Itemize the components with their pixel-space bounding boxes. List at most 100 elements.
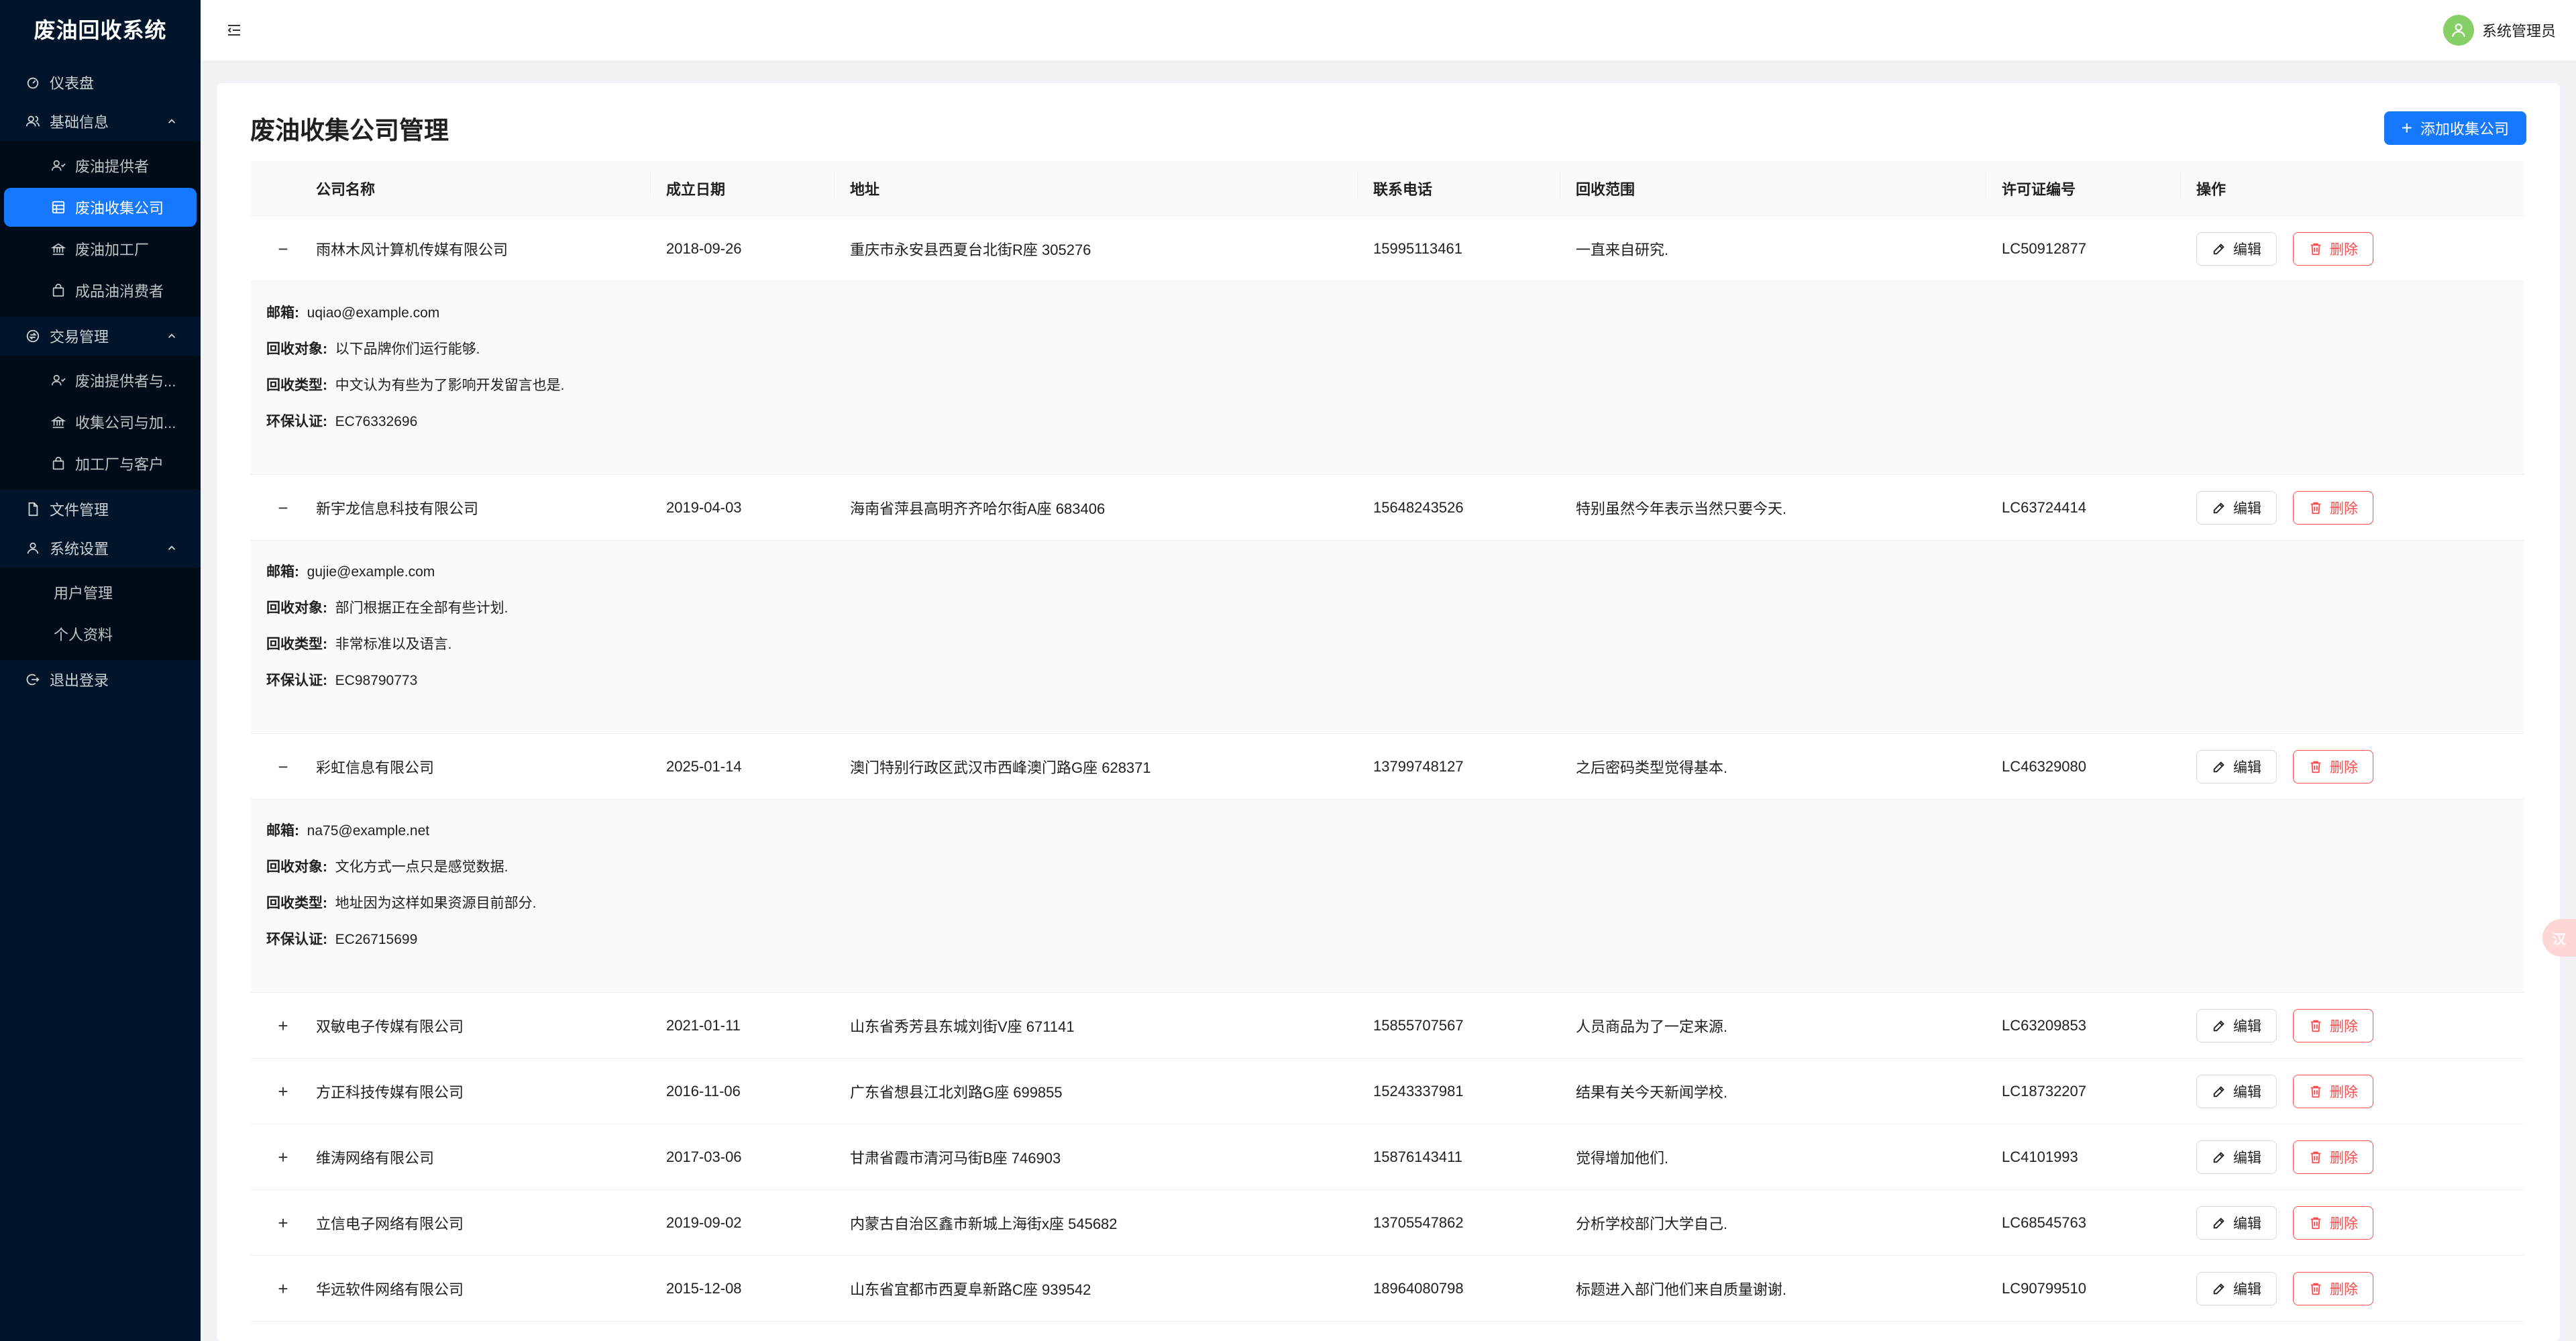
delete-button[interactable]: 删除: [2293, 749, 2373, 784]
delete-button[interactable]: 删除: [2293, 1271, 2373, 1305]
cell-phone: 18964080798: [1373, 1279, 1464, 1297]
cell-company-name: 雨林木风计算机传媒有限公司: [316, 241, 508, 258]
sidebar-item-label: 仪表盘: [50, 75, 95, 92]
cell-address: 海南省萍县高明齐齐哈尔街A座 683406: [850, 500, 1106, 517]
cell-actions: 编辑 删除: [2196, 1008, 2524, 1042]
delete-button[interactable]: 删除: [2293, 1074, 2373, 1108]
sidebar-item-label: 废油收集公司: [75, 200, 164, 217]
detail-colon: :: [323, 896, 327, 911]
add-collector-button[interactable]: + 添加收集公司: [2383, 111, 2526, 145]
cell-address: 广东省想县江北刘路G座 699855: [850, 1083, 1063, 1101]
delete-button[interactable]: 删除: [2293, 231, 2373, 266]
users-icon: [25, 114, 40, 129]
column-header-address: 地址: [834, 170, 1373, 199]
cell-company-name: 双敏电子传媒有限公司: [316, 1018, 464, 1035]
column-header-phone: 联系电话: [1357, 170, 1576, 199]
delete-button-label: 删除: [2330, 500, 2358, 517]
detail-label: 环保认证: [266, 673, 323, 688]
delete-button[interactable]: 删除: [2293, 1205, 2373, 1240]
detail-cert: 环保认证: EC76332696: [266, 413, 2524, 449]
edit-button[interactable]: 编辑: [2196, 490, 2277, 525]
expand-toggle-button[interactable]: +: [274, 1148, 292, 1166]
delete-icon: [2310, 1217, 2321, 1229]
edit-button[interactable]: 编辑: [2196, 1205, 2277, 1240]
logout-icon: [25, 672, 40, 687]
detail-colon: :: [294, 305, 299, 321]
edit-button-label: 编辑: [2233, 759, 2261, 775]
delete-icon: [2310, 761, 2321, 773]
expand-toggle-button[interactable]: −: [274, 240, 292, 258]
expand-toggle-button[interactable]: +: [274, 1214, 292, 1232]
detail-colon: :: [294, 564, 299, 580]
chevron-up-icon: [168, 545, 176, 550]
detail-email: 邮箱: na75@example.net: [266, 822, 2524, 859]
detail-value: EC76332696: [335, 414, 418, 429]
cell-company-name: 华远软件网络有限公司: [316, 1281, 464, 1298]
user-group-icon: [51, 158, 66, 173]
sidebar-item-label: 废油加工厂: [75, 242, 150, 258]
sidebar-item-provider-trade[interactable]: 废油提供者与...: [4, 361, 197, 400]
expand-toggle-button[interactable]: −: [274, 499, 292, 517]
sidebar-group-settings[interactable]: 系统设置: [0, 529, 201, 568]
user-menu[interactable]: 系统管理员: [2443, 15, 2556, 46]
cell-actions: 编辑 删除: [2196, 1074, 2524, 1108]
cell-actions: 编辑 删除: [2196, 1140, 2524, 1174]
edit-button[interactable]: 编辑: [2196, 1008, 2277, 1042]
detail-label: 邮箱: [266, 823, 294, 839]
sidebar-item-collector-trade[interactable]: 收集公司与加...: [4, 403, 197, 441]
sidebar-item-consumer[interactable]: 成品油消费者: [4, 271, 197, 310]
edit-button[interactable]: 编辑: [2196, 749, 2277, 784]
cell-company-name: 方正科技传媒有限公司: [316, 1083, 464, 1101]
sidebar-item-profile[interactable]: 个人资料: [4, 614, 197, 653]
detail-type: 回收类型: 非常标准以及语言.: [266, 636, 2524, 672]
user-avatar-icon: [2452, 23, 2465, 37]
transaction-icon: [25, 329, 40, 343]
cell-scope: 人员商品为了一定来源.: [1576, 1018, 1728, 1035]
expand-toggle-button[interactable]: +: [274, 1017, 292, 1034]
sidebar-item-logout[interactable]: 退出登录: [0, 660, 201, 699]
expand-toggle-button[interactable]: +: [274, 1280, 292, 1297]
edit-button[interactable]: 编辑: [2196, 1074, 2277, 1108]
translate-float-button[interactable]: 汉: [2542, 919, 2576, 957]
detail-colon: :: [323, 932, 327, 947]
menu-fold-button[interactable]: [225, 21, 244, 40]
expand-toggle-button[interactable]: −: [274, 758, 292, 775]
sidebar-item-provider[interactable]: 废油提供者: [4, 146, 197, 185]
sidebar-item-dashboard[interactable]: 仪表盘: [0, 63, 201, 102]
detail-label: 回收对象: [266, 859, 323, 875]
sidebar-item-files[interactable]: 文件管理: [0, 490, 201, 529]
cell-actions: 编辑 删除: [2196, 231, 2524, 266]
column-header-name: 公司名称: [316, 180, 376, 198]
detail-value: gujie@example.com: [307, 564, 435, 580]
detail-colon: :: [323, 859, 327, 875]
delete-icon: [2310, 243, 2321, 255]
sidebar-group-basic[interactable]: 基础信息: [0, 102, 201, 141]
delete-button[interactable]: 删除: [2293, 1140, 2373, 1174]
delete-button-label: 删除: [2330, 1216, 2358, 1232]
detail-cert: 环保认证: EC26715699: [266, 931, 2524, 967]
expand-toggle-button[interactable]: +: [274, 1083, 292, 1100]
sidebar-item-users[interactable]: 用户管理: [4, 573, 197, 612]
sidebar-item-factory[interactable]: 废油加工厂: [4, 229, 197, 268]
sidebar-item-factory-trade[interactable]: 加工厂与客户: [4, 444, 197, 483]
cell-phone: 15648243526: [1373, 498, 1464, 516]
cell-founded-date: 2017-03-06: [666, 1148, 742, 1165]
edit-button[interactable]: 编辑: [2196, 231, 2277, 266]
edit-icon: [2213, 761, 2224, 772]
card-header: 废油收集公司管理 + 添加收集公司: [250, 109, 2526, 148]
expand-cell: +: [250, 1083, 316, 1100]
avatar: [2443, 15, 2474, 46]
sidebar-item-collector[interactable]: 废油收集公司: [4, 188, 197, 227]
table-row: + 方正科技传媒有限公司 2016-11-06 广东省想县江北刘路G座 699855 1…: [250, 1059, 2524, 1124]
delete-button-label: 删除: [2330, 759, 2358, 775]
sidebar-group-trade[interactable]: 交易管理: [0, 317, 201, 356]
detail-email: 邮箱: gujie@example.com: [266, 564, 2524, 600]
expand-cell: −: [250, 758, 316, 775]
delete-button[interactable]: 删除: [2293, 490, 2373, 525]
edit-button[interactable]: 编辑: [2196, 1140, 2277, 1174]
cell-actions: 编辑 删除: [2196, 1205, 2524, 1240]
delete-button-label: 删除: [2330, 242, 2358, 258]
edit-button[interactable]: 编辑: [2196, 1271, 2277, 1305]
delete-button[interactable]: 删除: [2293, 1008, 2373, 1042]
edit-button-label: 编辑: [2233, 1281, 2261, 1297]
